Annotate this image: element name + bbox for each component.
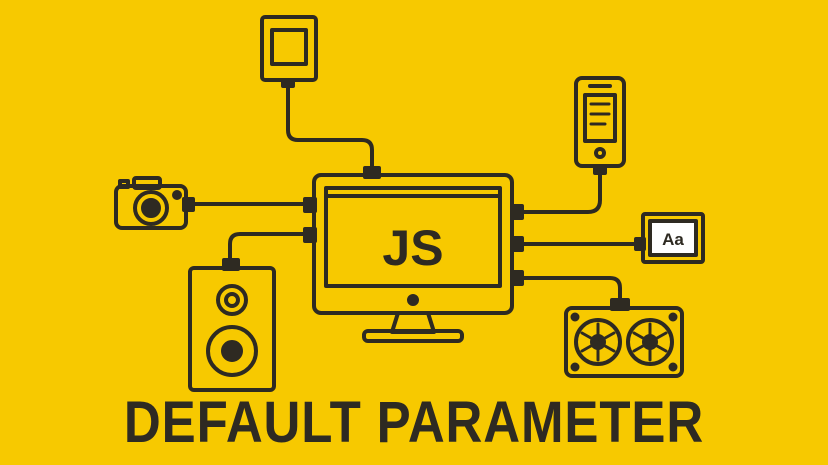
js-logo-text: JS xyxy=(382,220,443,276)
phone-icon xyxy=(574,76,626,175)
page-title: DEFAULT PARAMETER xyxy=(123,390,705,455)
font-card-text: Aa xyxy=(662,230,684,249)
square-screen-icon xyxy=(260,15,318,88)
camera-icon xyxy=(114,176,195,230)
fan-unit-icon xyxy=(564,298,684,378)
speaker-icon xyxy=(188,258,276,392)
banner: JS Aa DEFAULT PARAMETER xyxy=(0,0,828,465)
